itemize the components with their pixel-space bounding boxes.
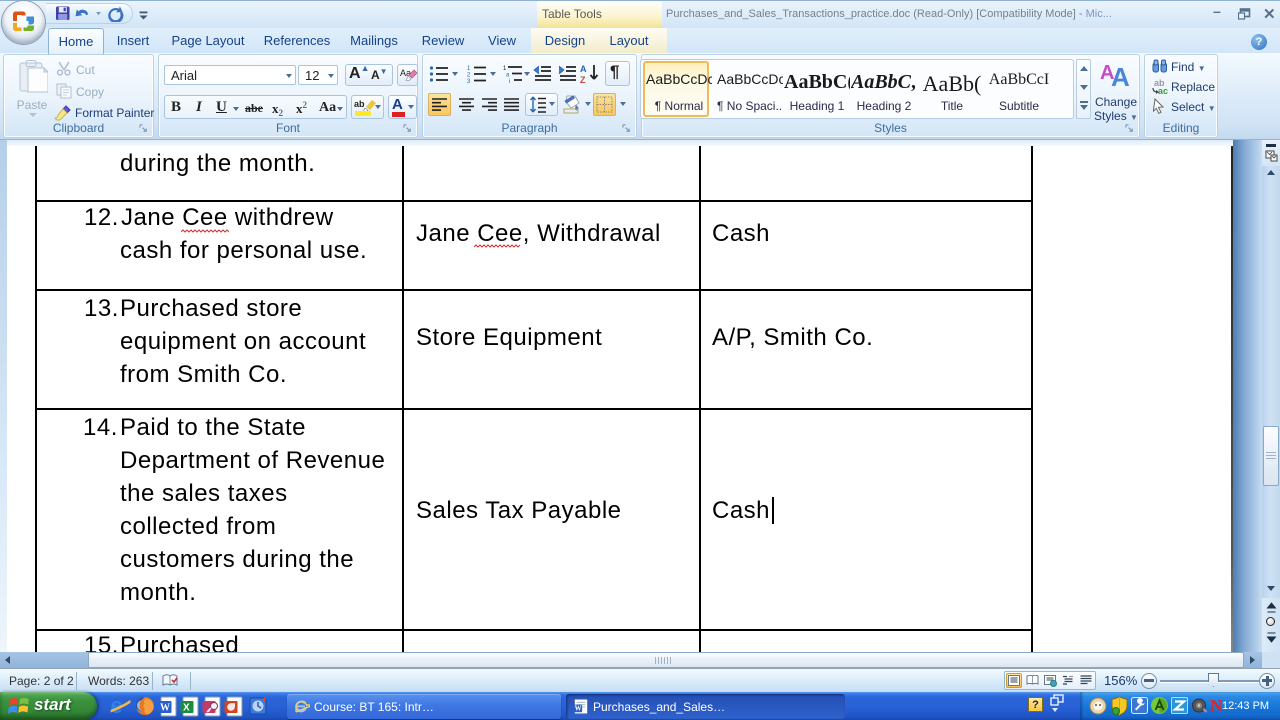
svg-text:ac: ac [1158, 86, 1168, 95]
svg-text:A: A [1111, 62, 1130, 89]
svg-text:Aa: Aa [400, 68, 411, 78]
svg-text:1: 1 [467, 66, 471, 72]
svg-text:W: W [575, 706, 582, 713]
svg-text:3: 3 [467, 79, 471, 83]
svg-text:W: W [160, 703, 170, 714]
svg-text:i: i [509, 79, 510, 83]
svg-text:A: A [580, 64, 587, 74]
svg-text:2: 2 [467, 73, 471, 79]
svg-text:X: X [183, 703, 190, 714]
svg-text:a: a [506, 73, 510, 79]
svg-text:1: 1 [503, 66, 507, 72]
svg-text:Z: Z [580, 75, 586, 84]
svg-text:ab: ab [354, 99, 365, 109]
